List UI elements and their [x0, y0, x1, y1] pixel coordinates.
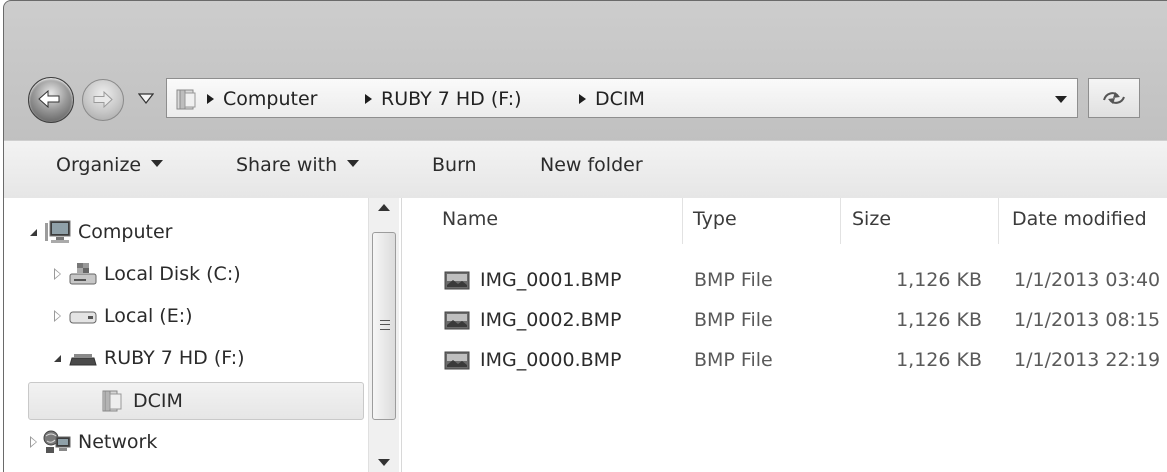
- explorer-body: Computer Local Disk (C:) Local (E:) RUBY…: [4, 198, 1167, 472]
- column-divider[interactable]: [840, 198, 841, 244]
- collapsed-arrow-icon[interactable]: [54, 310, 61, 322]
- scroll-down-arrow-icon[interactable]: [378, 459, 390, 466]
- tree-item-label: Local (E:): [104, 305, 193, 327]
- breadcrumb-separator-icon[interactable]: [365, 94, 372, 104]
- refresh-button[interactable]: [1088, 78, 1140, 118]
- refresh-icon: [1103, 92, 1125, 104]
- back-arrow-icon: [38, 90, 60, 108]
- breadcrumb-ruby-drive[interactable]: RUBY 7 HD (F:): [381, 88, 522, 110]
- scrollbar-thumb[interactable]: [372, 232, 396, 420]
- tree-item-label: Local Disk (C:): [104, 263, 241, 285]
- bmp-file-icon: [444, 351, 470, 370]
- column-header-name[interactable]: Name: [442, 208, 498, 230]
- tree-item-local-disk-c[interactable]: Local Disk (C:): [4, 256, 364, 294]
- breadcrumb-computer[interactable]: Computer: [223, 88, 317, 110]
- network-icon: [43, 430, 71, 453]
- tree-item-network[interactable]: Network: [4, 424, 364, 462]
- new-folder-button[interactable]: New folder: [540, 154, 643, 176]
- file-row[interactable]: IMG_0002.BMP BMP File 1,126 KB 1/1/2013 …: [402, 301, 1167, 341]
- folder-icon: [176, 89, 196, 110]
- navigation-scrollbar[interactable]: [368, 198, 399, 472]
- tree-item-label: RUBY 7 HD (F:): [104, 347, 245, 369]
- breadcrumb-separator-icon[interactable]: [579, 94, 586, 104]
- grip-icon: [380, 320, 390, 330]
- breadcrumb-dcim[interactable]: DCIM: [595, 88, 645, 110]
- collapsed-arrow-icon[interactable]: [54, 268, 61, 280]
- navigation-pane: Computer Local Disk (C:) Local (E:) RUBY…: [4, 198, 402, 472]
- tree-item-label: Computer: [78, 221, 173, 243]
- file-size: 1,126 KB: [896, 309, 982, 331]
- file-row[interactable]: IMG_0001.BMP BMP File 1,126 KB 1/1/2013 …: [402, 261, 1167, 301]
- chevron-down-icon: [347, 160, 360, 167]
- burn-button[interactable]: Burn: [432, 154, 477, 176]
- command-bar: Organize Share with Burn New folder: [4, 140, 1167, 199]
- bmp-file-icon: [444, 271, 470, 290]
- share-with-label: Share with: [236, 154, 338, 176]
- collapsed-arrow-icon[interactable]: [30, 436, 37, 448]
- drive-icon: [69, 311, 97, 324]
- tree-item-local-e[interactable]: Local (E:): [4, 298, 364, 336]
- tree-item-label: Network: [78, 431, 158, 453]
- expanded-arrow-icon[interactable]: [54, 355, 61, 362]
- system-drive-icon: [69, 263, 97, 285]
- organize-menu[interactable]: Organize: [56, 154, 164, 176]
- recent-pages-dropdown-icon[interactable]: [138, 92, 154, 104]
- file-name: IMG_0001.BMP: [480, 269, 622, 291]
- bmp-file-icon: [444, 311, 470, 330]
- file-list: Name Type Size Date modified IMG_0001.BM…: [402, 198, 1167, 472]
- explorer-window: Computer RUBY 7 HD (F:) DCIM Organize Sh…: [0, 0, 1167, 472]
- share-with-menu[interactable]: Share with: [236, 154, 360, 176]
- column-divider[interactable]: [682, 198, 683, 244]
- folder-icon: [102, 390, 122, 412]
- column-header-date-modified[interactable]: Date modified: [1012, 208, 1147, 230]
- file-date: 1/1/2013 03:40: [1014, 269, 1161, 291]
- column-header-size[interactable]: Size: [852, 208, 891, 230]
- forward-arrow-icon: [93, 91, 113, 108]
- navigation-bar: Computer RUBY 7 HD (F:) DCIM: [4, 1, 1167, 141]
- file-type: BMP File: [694, 349, 773, 371]
- breadcrumb-separator-icon[interactable]: [207, 94, 214, 104]
- address-dropdown-icon[interactable]: [1055, 96, 1067, 103]
- column-divider[interactable]: [998, 198, 999, 244]
- file-date: 1/1/2013 08:15: [1014, 309, 1161, 331]
- tree-item-computer[interactable]: Computer: [4, 214, 364, 252]
- tree-item-dcim[interactable]: DCIM: [28, 382, 364, 420]
- tree-item-label: DCIM: [133, 390, 183, 412]
- organize-label: Organize: [56, 154, 142, 176]
- tree-item-ruby-drive[interactable]: RUBY 7 HD (F:): [4, 340, 364, 378]
- computer-icon: [45, 220, 71, 243]
- scroll-up-arrow-icon[interactable]: [378, 204, 390, 211]
- forward-button[interactable]: [82, 79, 124, 121]
- back-button[interactable]: [28, 77, 74, 123]
- file-date: 1/1/2013 22:19: [1014, 349, 1161, 371]
- file-size: 1,126 KB: [896, 269, 982, 291]
- file-size: 1,126 KB: [896, 349, 982, 371]
- file-name: IMG_0002.BMP: [480, 309, 622, 331]
- file-type: BMP File: [694, 309, 773, 331]
- address-bar[interactable]: Computer RUBY 7 HD (F:) DCIM: [166, 78, 1078, 118]
- expanded-arrow-icon[interactable]: [30, 229, 37, 236]
- file-name: IMG_0000.BMP: [480, 349, 622, 371]
- file-type: BMP File: [694, 269, 773, 291]
- chevron-down-icon: [151, 160, 164, 167]
- file-row[interactable]: IMG_0000.BMP BMP File 1,126 KB 1/1/2013 …: [402, 341, 1167, 381]
- column-header-type[interactable]: Type: [693, 208, 737, 230]
- removable-drive-icon: [69, 354, 97, 366]
